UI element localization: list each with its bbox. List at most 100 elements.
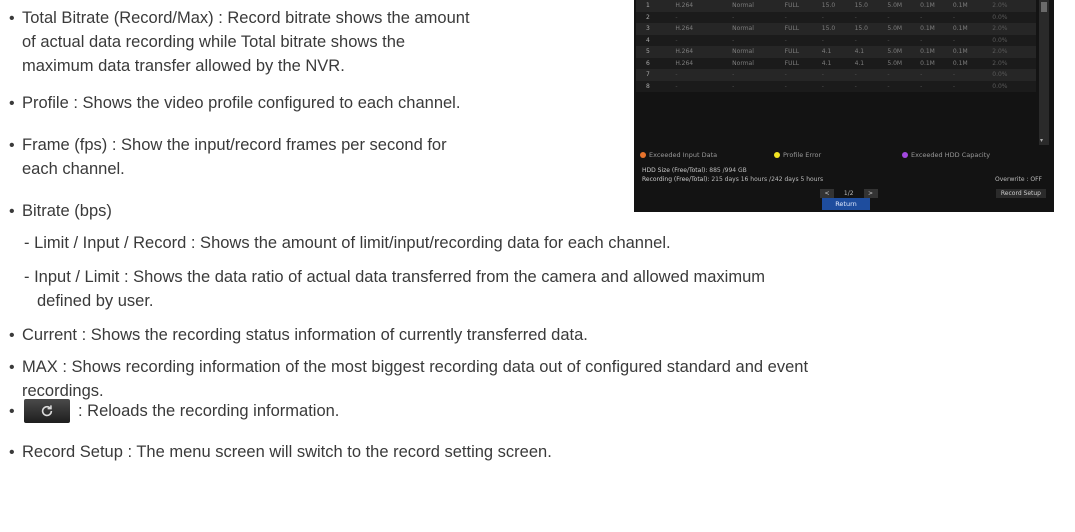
table-cell: - — [732, 34, 785, 46]
bitrate-sub-limit-input-record: - Limit / Input / Record : Shows the amo… — [24, 234, 671, 252]
table-cell: 15.0 — [821, 23, 855, 35]
channel-cell: 1 — [636, 0, 676, 12]
current-text: Current : Shows the recording status inf… — [22, 326, 588, 344]
table-cell: - — [952, 80, 993, 92]
table-cell: - — [732, 80, 785, 92]
record-setup-button[interactable]: Record Setup — [995, 189, 1046, 198]
table-cell: H.264 — [675, 0, 733, 12]
table-scrollbar[interactable]: ▾ — [1039, 0, 1049, 145]
table-row: 3 H.264 Normal FULL 15.0 15.0 5.0M 0.1M 0.1M 2.0% — [636, 23, 1036, 35]
table-cell: 15.0 — [854, 23, 888, 35]
overwrite-status: Overwrite : OFF — [995, 176, 1042, 183]
hdd-size-label: HDD Size (Free/Total): — [642, 167, 708, 174]
table-cell: FULL — [784, 0, 822, 12]
table-cell: - — [821, 80, 855, 92]
total-bitrate-line-2: of actual data recording while Total bit… — [22, 33, 406, 51]
table-cell: Normal — [732, 57, 785, 69]
frame-line-2: each channel. — [22, 160, 125, 178]
frame-line-1: Frame (fps) : Show the input/record fram… — [22, 136, 447, 154]
recording-value: 215 days 16 hours /242 days 5 hours — [711, 176, 824, 183]
table-cell: - — [784, 69, 822, 81]
table-row: 7- - - - - - - -0.0% — [636, 69, 1036, 81]
table-row: 4- - - - - - - -0.0% — [636, 34, 1036, 46]
total-bitrate-line-3: maximum data transfer allowed by the NVR… — [22, 57, 345, 75]
table-cell: 0.1M — [952, 0, 993, 12]
channel-cell: 3 — [636, 23, 676, 35]
bullet-marker: • — [9, 203, 15, 220]
table-cell: - — [952, 34, 993, 46]
table-cell: - — [784, 80, 822, 92]
table-row: 6 H.264 Normal FULL 4.1 4.1 5.0M 0.1M 0.1M 2.0% — [636, 57, 1036, 69]
table-cell: - — [920, 80, 953, 92]
profile-text: Profile : Shows the video profile config… — [22, 94, 461, 112]
table-cell: - — [821, 69, 855, 81]
table-cell: - — [854, 34, 888, 46]
table-cell: 5.0M — [887, 46, 921, 58]
channel-cell: 5 — [636, 46, 676, 58]
table-cell: 2.0% — [992, 46, 1036, 58]
pager: < 1/2 > — [820, 189, 878, 198]
orange-dot-icon — [640, 152, 646, 158]
bullet-marker: • — [9, 95, 15, 112]
refresh-icon — [41, 405, 53, 417]
reload-button[interactable] — [24, 399, 70, 423]
page-indicator: 1/2 — [843, 190, 854, 197]
table-row: 5 H.264 Normal FULL 4.1 4.1 5.0M 0.1M 0.1M 2.0% — [636, 46, 1036, 58]
next-page-button[interactable]: > — [863, 189, 878, 198]
table-cell: - — [952, 11, 993, 23]
table-cell: - — [784, 34, 822, 46]
table-cell: FULL — [784, 46, 822, 58]
channel-cell: 8 — [636, 80, 676, 92]
table-cell: - — [887, 34, 921, 46]
bullet-marker: • — [9, 137, 15, 154]
prev-page-button[interactable]: < — [820, 189, 834, 198]
table-cell: - — [854, 11, 888, 23]
legend-exceeded-input: Exceeded Input Data — [640, 151, 717, 159]
table-cell: - — [920, 34, 953, 46]
legend-profile-error: Profile Error — [774, 151, 821, 159]
table-cell: 5.0M — [887, 23, 921, 35]
table-cell: H.264 — [675, 46, 733, 58]
table-cell: H.264 — [675, 57, 733, 69]
legend-label: Profile Error — [783, 151, 822, 159]
bullet-marker: • — [9, 10, 15, 27]
table-cell: 2.0% — [992, 57, 1036, 69]
scroll-thumb[interactable] — [1041, 2, 1047, 12]
table-cell: - — [732, 11, 785, 23]
table-row: 1 H.264 Normal FULL 15.0 15.0 5.0M 0.1M 0.1M 2.0% — [636, 0, 1036, 12]
table-cell: 0.1M — [952, 57, 993, 69]
table-cell: - — [732, 69, 785, 81]
bitrate-sub-input-limit-line-1: - Input / Limit : Shows the data ratio o… — [24, 268, 766, 286]
bullet-marker: • — [9, 359, 15, 376]
table-cell: 0.0% — [992, 11, 1036, 23]
channel-cell: 6 — [636, 57, 676, 69]
yellow-dot-icon — [774, 152, 780, 158]
table-cell: Normal — [732, 46, 785, 58]
table-cell: - — [821, 34, 855, 46]
table-cell: - — [675, 69, 733, 81]
table-cell: 0.0% — [992, 34, 1036, 46]
table-cell: 4.1 — [854, 46, 888, 58]
table-cell: 0.0% — [992, 80, 1036, 92]
table-cell: - — [952, 69, 993, 81]
return-button[interactable]: Return — [822, 198, 870, 210]
purple-dot-icon — [902, 152, 908, 158]
table-row: 2- - - - - - - -0.0% — [636, 11, 1036, 23]
channel-cell: 7 — [636, 69, 676, 81]
reload-text: : Reloads the recording information. — [78, 402, 340, 420]
legend-label: Exceeded Input Data — [649, 151, 718, 159]
table-cell: 0.1M — [920, 0, 953, 12]
legend-exceeded-hdd: Exceeded HDD Capacity — [902, 151, 990, 159]
table-cell: 4.1 — [854, 57, 888, 69]
table-cell: Normal — [732, 23, 785, 35]
table-cell: - — [675, 11, 733, 23]
channel-cell: 4 — [636, 34, 676, 46]
bitrate-text: Bitrate (bps) — [22, 202, 112, 220]
table-cell: H.264 — [675, 23, 733, 35]
scroll-down-icon[interactable]: ▾ — [1040, 137, 1043, 144]
legend-label: Exceeded HDD Capacity — [911, 151, 991, 159]
table-cell: 5.0M — [887, 0, 921, 12]
bullet-marker: • — [9, 327, 15, 344]
hdd-size-value: 885 /994 GB — [709, 167, 747, 174]
table-cell: FULL — [784, 57, 822, 69]
